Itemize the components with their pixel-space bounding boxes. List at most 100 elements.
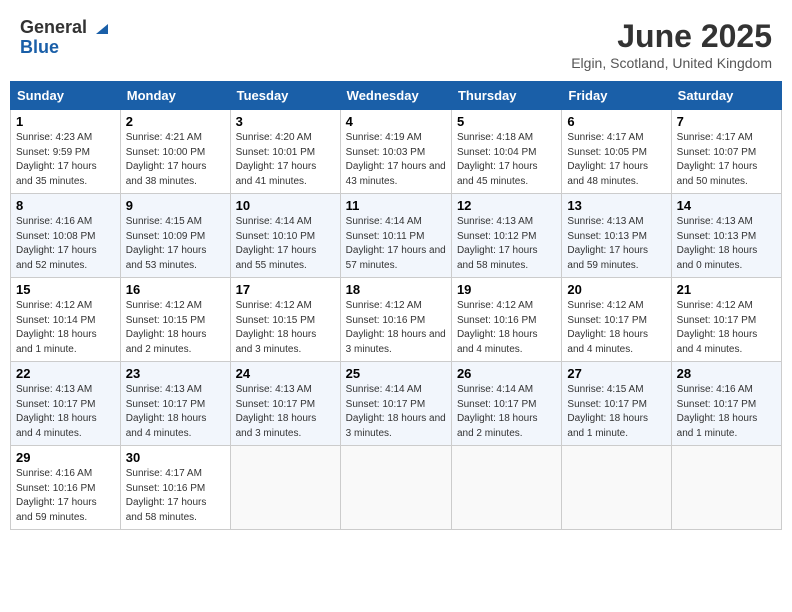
calendar-cell: 3 Sunrise: 4:20 AMSunset: 10:01 PMDayligh…	[230, 110, 340, 194]
calendar-cell	[451, 446, 561, 530]
day-info: Sunrise: 4:12 AMSunset: 10:17 PMDaylight…	[677, 299, 776, 357]
weekday-header-saturday: Saturday	[671, 82, 781, 110]
weekday-header-sunday: Sunday	[11, 82, 121, 110]
day-number: 11	[346, 198, 446, 213]
day-number: 19	[457, 282, 556, 297]
calendar-cell: 5 Sunrise: 4:18 AMSunset: 10:04 PMDayligh…	[451, 110, 561, 194]
day-info: Sunrise: 4:12 AMSunset: 10:15 PMDaylight…	[126, 299, 225, 357]
calendar-cell: 25 Sunrise: 4:14 AMSunset: 10:17 PMDaylig…	[340, 362, 451, 446]
calendar-cell: 30 Sunrise: 4:17 AMSunset: 10:16 PMDaylig…	[120, 446, 230, 530]
day-number: 10	[236, 198, 335, 213]
calendar-cell: 22Sunrise: 4:13 AMSunset: 10:17 PMDaylig…	[11, 362, 121, 446]
day-info: Sunrise: 4:13 AMSunset: 10:13 PMDaylight…	[677, 215, 776, 273]
calendar-cell: 28Sunrise: 4:16 AMSunset: 10:17 PMDaylig…	[671, 362, 781, 446]
day-info: Sunrise: 4:15 AMSunset: 10:17 PMDaylight…	[567, 383, 665, 441]
calendar-cell: 23 Sunrise: 4:13 AMSunset: 10:17 PMDaylig…	[120, 362, 230, 446]
calendar-cell	[340, 446, 451, 530]
calendar-cell: 11Sunrise: 4:14 AMSunset: 10:11 PMDaylig…	[340, 194, 451, 278]
calendar-cell: 29 Sunrise: 4:16 AMSunset: 10:16 PMDaylig…	[11, 446, 121, 530]
day-number: 8	[16, 198, 115, 213]
day-number: 24	[236, 366, 335, 381]
calendar-cell: 6 Sunrise: 4:17 AMSunset: 10:05 PMDayligh…	[562, 110, 671, 194]
calendar-cell: 7 Sunrise: 4:17 AMSunset: 10:07 PMDayligh…	[671, 110, 781, 194]
weekday-header-thursday: Thursday	[451, 82, 561, 110]
day-info: Sunrise: 4:12 AMSunset: 10:15 PMDaylight…	[236, 299, 335, 357]
day-info: Sunrise: 4:15 AMSunset: 10:09 PMDaylight…	[126, 215, 225, 273]
calendar-cell	[562, 446, 671, 530]
day-info: Sunrise: 4:13 AMSunset: 10:13 PMDaylight…	[567, 215, 665, 273]
day-number: 20	[567, 282, 665, 297]
day-info: Sunrise: 4:13 AMSunset: 10:17 PMDaylight…	[236, 383, 335, 441]
calendar-cell: 8 Sunrise: 4:16 AMSunset: 10:08 PMDayligh…	[11, 194, 121, 278]
day-info: Sunrise: 4:23 AMSunset: 9:59 PMDaylight:…	[16, 131, 115, 189]
calendar-cell: 27 Sunrise: 4:15 AMSunset: 10:17 PMDaylig…	[562, 362, 671, 446]
day-number: 26	[457, 366, 556, 381]
day-info: Sunrise: 4:12 AMSunset: 10:14 PMDaylight…	[16, 299, 115, 357]
day-number: 23	[126, 366, 225, 381]
day-number: 1	[16, 114, 115, 129]
day-info: Sunrise: 4:13 AMSunset: 10:12 PMDaylight…	[457, 215, 556, 273]
day-number: 2	[126, 114, 225, 129]
day-info: Sunrise: 4:16 AMSunset: 10:17 PMDaylight…	[677, 383, 776, 441]
logo-general: General	[20, 18, 110, 38]
calendar-cell: 14 Sunrise: 4:13 AMSunset: 10:13 PMDaylig…	[671, 194, 781, 278]
day-number: 13	[567, 198, 665, 213]
calendar-cell: 15 Sunrise: 4:12 AMSunset: 10:14 PMDaylig…	[11, 278, 121, 362]
day-info: Sunrise: 4:18 AMSunset: 10:04 PMDaylight…	[457, 131, 556, 189]
day-number: 6	[567, 114, 665, 129]
day-info: Sunrise: 4:21 AMSunset: 10:00 PMDaylight…	[126, 131, 225, 189]
day-info: Sunrise: 4:12 AMSunset: 10:16 PMDaylight…	[457, 299, 556, 357]
day-info: Sunrise: 4:14 AMSunset: 10:17 PMDaylight…	[346, 383, 446, 441]
day-number: 7	[677, 114, 776, 129]
weekday-header-monday: Monday	[120, 82, 230, 110]
weekday-header-tuesday: Tuesday	[230, 82, 340, 110]
calendar-cell: 1 Sunrise: 4:23 AMSunset: 9:59 PMDaylight…	[11, 110, 121, 194]
day-number: 25	[346, 366, 446, 381]
day-info: Sunrise: 4:20 AMSunset: 10:01 PMDaylight…	[236, 131, 335, 189]
calendar-cell: 2 Sunrise: 4:21 AMSunset: 10:00 PMDayligh…	[120, 110, 230, 194]
day-info: Sunrise: 4:17 AMSunset: 10:16 PMDaylight…	[126, 467, 225, 525]
weekday-header-wednesday: Wednesday	[340, 82, 451, 110]
day-info: Sunrise: 4:13 AMSunset: 10:17 PMDaylight…	[126, 383, 225, 441]
day-info: Sunrise: 4:13 AMSunset: 10:17 PMDaylight…	[16, 383, 115, 441]
day-info: Sunrise: 4:14 AMSunset: 10:10 PMDaylight…	[236, 215, 335, 273]
day-info: Sunrise: 4:16 AMSunset: 10:08 PMDaylight…	[16, 215, 115, 273]
day-info: Sunrise: 4:19 AMSunset: 10:03 PMDaylight…	[346, 131, 446, 189]
day-number: 14	[677, 198, 776, 213]
day-info: Sunrise: 4:17 AMSunset: 10:05 PMDaylight…	[567, 131, 665, 189]
day-number: 16	[126, 282, 225, 297]
day-info: Sunrise: 4:17 AMSunset: 10:07 PMDaylight…	[677, 131, 776, 189]
calendar-cell: 16 Sunrise: 4:12 AMSunset: 10:15 PMDaylig…	[120, 278, 230, 362]
calendar-cell: 26 Sunrise: 4:14 AMSunset: 10:17 PMDaylig…	[451, 362, 561, 446]
logo-blue: Blue	[20, 38, 110, 58]
day-info: Sunrise: 4:12 AMSunset: 10:17 PMDaylight…	[567, 299, 665, 357]
day-number: 12	[457, 198, 556, 213]
calendar-cell: 13 Sunrise: 4:13 AMSunset: 10:13 PMDaylig…	[562, 194, 671, 278]
day-number: 21	[677, 282, 776, 297]
calendar-cell: 19 Sunrise: 4:12 AMSunset: 10:16 PMDaylig…	[451, 278, 561, 362]
calendar-cell: 18Sunrise: 4:12 AMSunset: 10:16 PMDaylig…	[340, 278, 451, 362]
calendar-cell: 10 Sunrise: 4:14 AMSunset: 10:10 PMDaylig…	[230, 194, 340, 278]
weekday-header-friday: Friday	[562, 82, 671, 110]
calendar-cell: 12 Sunrise: 4:13 AMSunset: 10:12 PMDaylig…	[451, 194, 561, 278]
month-title: June 2025	[571, 18, 772, 55]
day-number: 15	[16, 282, 115, 297]
day-number: 5	[457, 114, 556, 129]
location-title: Elgin, Scotland, United Kingdom	[571, 55, 772, 71]
logo-arrow-icon	[94, 20, 110, 36]
day-number: 3	[236, 114, 335, 129]
day-number: 30	[126, 450, 225, 465]
day-number: 18	[346, 282, 446, 297]
calendar-cell: 24 Sunrise: 4:13 AMSunset: 10:17 PMDaylig…	[230, 362, 340, 446]
calendar-cell: 20 Sunrise: 4:12 AMSunset: 10:17 PMDaylig…	[562, 278, 671, 362]
calendar-cell	[671, 446, 781, 530]
day-number: 27	[567, 366, 665, 381]
title-area: June 2025 Elgin, Scotland, United Kingdo…	[571, 18, 772, 71]
calendar-cell: 17 Sunrise: 4:12 AMSunset: 10:15 PMDaylig…	[230, 278, 340, 362]
day-info: Sunrise: 4:16 AMSunset: 10:16 PMDaylight…	[16, 467, 115, 525]
calendar-cell: 9 Sunrise: 4:15 AMSunset: 10:09 PMDayligh…	[120, 194, 230, 278]
day-info: Sunrise: 4:14 AMSunset: 10:17 PMDaylight…	[457, 383, 556, 441]
day-number: 29	[16, 450, 115, 465]
day-number: 17	[236, 282, 335, 297]
day-number: 9	[126, 198, 225, 213]
